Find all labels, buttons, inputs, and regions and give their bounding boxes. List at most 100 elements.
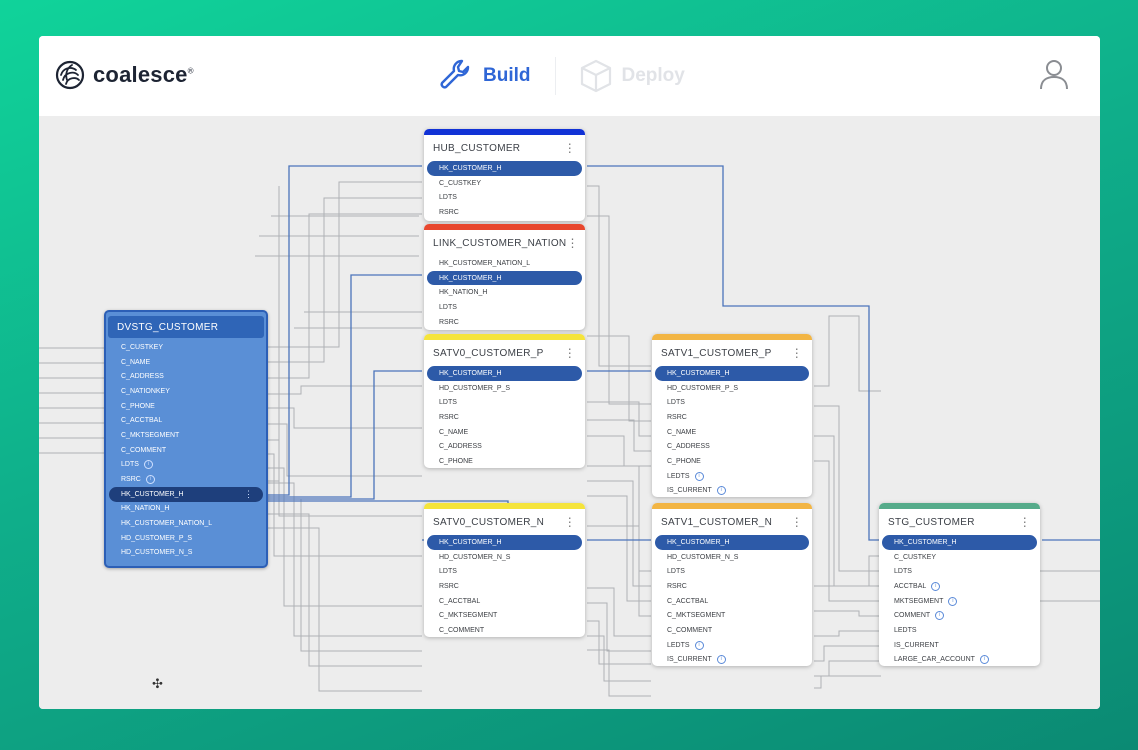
column-row[interactable]: C_COMMENT — [427, 623, 582, 637]
column-row[interactable]: ACCTBAL i — [882, 579, 1037, 594]
column-row[interactable]: C_MKTSEGMENT — [655, 608, 809, 623]
column-row[interactable]: IS_CURRENT i — [655, 484, 809, 498]
column-row[interactable]: RSRC — [427, 315, 582, 330]
move-icon[interactable]: ✣ — [152, 676, 163, 692]
column-row[interactable]: HK_CUSTOMER_H — [427, 270, 582, 286]
column-row[interactable]: LEDTS — [882, 623, 1037, 638]
node-satv1-customer-n[interactable]: SATV1_CUSTOMER_N ⋮ HK_CUSTOMER_H HD_CUSTOM… — [652, 503, 812, 666]
column-row[interactable]: LDTS — [882, 564, 1037, 579]
column-row[interactable]: C_NAME — [427, 425, 582, 440]
column-row[interactable]: HK_NATION_H — [109, 502, 263, 517]
column-row[interactable]: HD_CUSTOMER_N_S — [427, 550, 582, 565]
column-row[interactable]: C_CUSTKEY — [882, 550, 1037, 565]
column-row[interactable]: RSRC — [427, 205, 582, 220]
node-hub-customer[interactable]: HUB_CUSTOMER ⋮ HK_CUSTOMER_H C_CUSTKEY LDTS… — [424, 129, 585, 221]
logo[interactable]: coalesce® — [55, 60, 194, 90]
column-row[interactable]: C_ADDRESS — [427, 439, 582, 454]
node-header[interactable]: HUB_CUSTOMER ⋮ — [424, 135, 585, 161]
column-row[interactable]: C_ACCTBAL — [109, 413, 263, 428]
column-row[interactable]: C_ADDRESS — [109, 369, 263, 384]
user-menu-button[interactable] — [1039, 58, 1069, 95]
column-row[interactable]: RSRC — [427, 579, 582, 594]
info-icon[interactable]: i — [935, 611, 945, 621]
column-row[interactable]: HK_CUSTOMER_H — [882, 535, 1037, 550]
lineage-canvas[interactable]: DVSTG_CUSTOMER C_CUSTKEY C_NAME C_ADDRESS C… — [39, 116, 1100, 709]
node-header[interactable]: SATV0_CUSTOMER_N ⋮ — [424, 509, 585, 535]
info-icon[interactable]: i — [948, 596, 958, 606]
column-row[interactable]: RSRC — [427, 410, 582, 425]
column-row[interactable]: HK_CUSTOMER_H — [655, 366, 809, 381]
more-options-icon[interactable]: ⋮ — [244, 489, 253, 500]
column-row[interactable]: LARGE_CAR_ACCOUNT i — [882, 653, 1037, 667]
column-row[interactable]: HK_CUSTOMER_H — [427, 535, 582, 550]
column-row[interactable]: LDTS — [427, 300, 582, 315]
info-icon[interactable]: i — [694, 640, 704, 650]
column-row[interactable]: C_COMMENT — [109, 443, 263, 458]
node-stg-customer[interactable]: STG_CUSTOMER ⋮ HK_CUSTOMER_H C_CUSTKEY LDTS… — [879, 503, 1040, 666]
column-row[interactable]: C_MKTSEGMENT — [427, 608, 582, 623]
column-row[interactable]: LDTS i — [109, 458, 263, 473]
column-row[interactable]: LDTS — [655, 564, 809, 579]
column-row[interactable]: COMMENT i — [882, 608, 1037, 623]
column-row[interactable]: HD_CUSTOMER_P_S — [427, 381, 582, 396]
info-icon[interactable]: i — [931, 581, 941, 591]
more-options-icon[interactable]: ⋮ — [564, 516, 576, 528]
info-icon[interactable]: i — [716, 655, 726, 665]
column-row[interactable]: HK_CUSTOMER_H — [427, 161, 582, 176]
column-row[interactable]: LDTS — [427, 395, 582, 410]
node-dvstg-customer[interactable]: DVSTG_CUSTOMER C_CUSTKEY C_NAME C_ADDRESS C… — [104, 310, 268, 568]
column-row[interactable]: C_NAME — [655, 425, 809, 440]
column-row[interactable]: C_NATIONKEY — [109, 384, 263, 399]
column-row[interactable]: C_ACCTBAL — [655, 594, 809, 609]
node-header[interactable]: STG_CUSTOMER ⋮ — [879, 509, 1040, 535]
column-row[interactable]: HK_CUSTOMER_H — [427, 366, 582, 381]
node-link-customer-nation[interactable]: LINK_CUSTOMER_NATION ⋮ HK_CUSTOMER_NATION… — [424, 224, 585, 330]
column-row[interactable]: C_PHONE — [655, 454, 809, 469]
more-options-icon[interactable]: ⋮ — [791, 516, 803, 528]
column-row[interactable]: C_NAME — [109, 355, 263, 370]
more-options-icon[interactable]: ⋮ — [564, 347, 576, 359]
info-icon[interactable]: i — [716, 486, 726, 496]
column-row[interactable]: C_PHONE — [109, 399, 263, 414]
more-options-icon[interactable]: ⋮ — [791, 347, 803, 359]
column-row[interactable]: C_CUSTKEY — [427, 176, 582, 191]
column-row[interactable]: RSRC — [655, 579, 809, 594]
more-options-icon[interactable]: ⋮ — [566, 237, 578, 249]
info-icon[interactable]: i — [145, 475, 155, 485]
column-row[interactable]: C_ACCTBAL — [427, 594, 582, 609]
info-icon[interactable]: i — [979, 655, 989, 665]
column-row[interactable]: IS_CURRENT — [882, 638, 1037, 653]
node-satv0-customer-n[interactable]: SATV0_CUSTOMER_N ⋮ HK_CUSTOMER_H HD_CUSTOM… — [424, 503, 585, 637]
column-row[interactable]: C_COMMENT — [655, 623, 809, 638]
node-header[interactable]: SATV1_CUSTOMER_N ⋮ — [652, 509, 812, 535]
node-header[interactable]: DVSTG_CUSTOMER — [108, 316, 264, 338]
column-row[interactable]: LEDTS i — [655, 469, 809, 484]
info-icon[interactable]: i — [694, 471, 704, 481]
column-row[interactable]: HK_CUSTOMER_NATION_L — [109, 516, 263, 531]
node-header[interactable]: LINK_CUSTOMER_NATION ⋮ — [424, 230, 585, 256]
more-options-icon[interactable]: ⋮ — [1019, 516, 1031, 528]
info-icon[interactable]: i — [143, 460, 153, 470]
more-options-icon[interactable]: ⋮ — [564, 142, 576, 154]
column-row[interactable]: RSRC — [655, 410, 809, 425]
column-row[interactable]: C_ADDRESS — [655, 439, 809, 454]
column-row[interactable]: HK_CUSTOMER_NATION_L — [427, 256, 582, 271]
column-row[interactable]: LEDTS i — [655, 638, 809, 653]
column-row[interactable]: HD_CUSTOMER_P_S — [109, 531, 263, 546]
column-row[interactable]: HK_NATION_H — [427, 285, 582, 300]
column-row[interactable]: C_PHONE — [427, 454, 582, 468]
column-row[interactable]: LDTS — [655, 395, 809, 410]
deploy-tab[interactable]: Deploy — [578, 56, 685, 96]
column-row[interactable]: C_MKTSEGMENT — [109, 428, 263, 443]
column-row[interactable]: MKTSEGMENT i — [882, 594, 1037, 609]
column-row[interactable]: LDTS — [427, 564, 582, 579]
column-row[interactable]: HD_CUSTOMER_N_S — [655, 550, 809, 565]
column-row[interactable]: HK_CUSTOMER_H ⋮ — [109, 486, 263, 502]
column-row[interactable]: C_CUSTKEY — [109, 340, 263, 355]
node-satv1-customer-p[interactable]: SATV1_CUSTOMER_P ⋮ HK_CUSTOMER_H HD_CUSTOM… — [652, 334, 812, 497]
column-row[interactable]: IS_CURRENT i — [655, 653, 809, 667]
node-header[interactable]: SATV0_CUSTOMER_P ⋮ — [424, 340, 585, 366]
column-row[interactable]: LDTS — [427, 190, 582, 205]
node-header[interactable]: SATV1_CUSTOMER_P ⋮ — [652, 340, 812, 366]
column-row[interactable]: HD_CUSTOMER_P_S — [655, 381, 809, 396]
